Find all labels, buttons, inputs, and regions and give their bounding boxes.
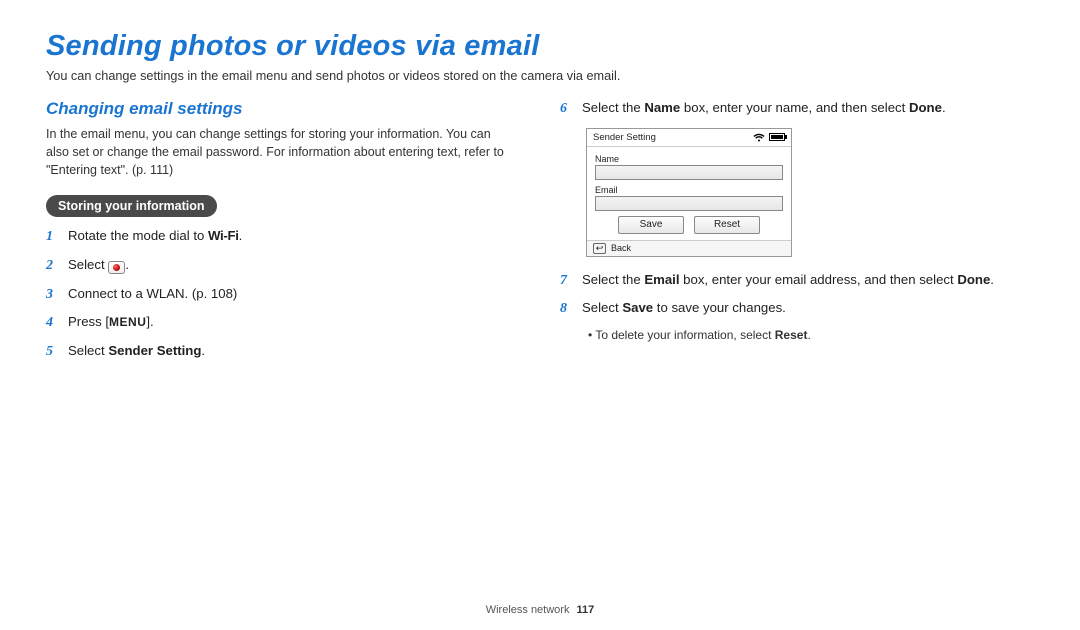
text-fragment: . <box>942 100 946 115</box>
step-1: 1 Rotate the mode dial to Wi-Fi. <box>46 227 520 247</box>
section-heading: Changing email settings <box>46 99 520 119</box>
bold-term: Sender Setting <box>108 343 201 358</box>
note-bullet: To delete your information, select Reset… <box>588 328 1034 342</box>
save-button[interactable]: Save <box>618 216 684 234</box>
text-fragment: Select <box>68 343 108 358</box>
text-fragment: . <box>201 343 205 358</box>
step-text: Rotate the mode dial to Wi-Fi. <box>68 227 520 245</box>
footer-section: Wireless network <box>486 604 570 616</box>
step-number: 3 <box>46 285 68 305</box>
step-text: Connect to a WLAN. (p. 108) <box>68 285 520 303</box>
manual-page: Sending photos or videos via email You c… <box>0 0 1080 630</box>
text-fragment: Select <box>582 300 622 315</box>
text-fragment: . <box>807 328 810 342</box>
text-fragment: To delete your information, select <box>595 328 774 342</box>
device-title: Sender Setting <box>593 132 656 143</box>
text-fragment: . <box>125 257 129 272</box>
text-fragment: Select the <box>582 100 644 115</box>
step-number: 7 <box>560 271 582 291</box>
step-text: Select Sender Setting. <box>68 342 520 360</box>
text-fragment: Select the <box>582 272 644 287</box>
text-fragment: Press [ <box>68 314 109 329</box>
text-fragment: to save your changes. <box>653 300 786 315</box>
subsection-pill: Storing your information <box>46 195 217 217</box>
page-footer: Wireless network 117 <box>0 604 1080 616</box>
page-number: 117 <box>577 604 595 616</box>
battery-icon <box>769 133 785 141</box>
device-footer: ↩ Back <box>587 240 791 256</box>
wifi-mode-glyph: Wi-Fi <box>208 228 239 243</box>
step-number: 1 <box>46 227 68 247</box>
step-number: 2 <box>46 256 68 276</box>
step-number: 8 <box>560 299 582 319</box>
back-icon[interactable]: ↩ <box>593 243 606 254</box>
step-5: 5 Select Sender Setting. <box>46 342 520 362</box>
step-text: Select Save to save your changes. <box>582 299 1034 317</box>
device-body: Name Email Save Reset <box>587 147 791 240</box>
bold-term: Reset <box>775 328 808 342</box>
step-6: 6 Select the Name box, enter your name, … <box>560 99 1034 119</box>
section-paragraph: In the email menu, you can change settin… <box>46 125 516 179</box>
bold-term: Done <box>957 272 990 287</box>
bold-term: Save <box>622 300 653 315</box>
text-fragment: . <box>990 272 994 287</box>
email-field-label: Email <box>595 185 783 195</box>
page-title: Sending photos or videos via email <box>46 30 1034 63</box>
step-text: Press [MENU]. <box>68 313 520 331</box>
name-field-label: Name <box>595 154 783 164</box>
intro-text: You can change settings in the email men… <box>46 69 1034 83</box>
device-titlebar: Sender Setting <box>587 129 791 147</box>
step-2: 2 Select . <box>46 256 520 276</box>
bold-term: Email <box>644 272 679 287</box>
reset-button[interactable]: Reset <box>694 216 760 234</box>
step-7: 7 Select the Email box, enter your email… <box>560 271 1034 291</box>
step-4: 4 Press [MENU]. <box>46 313 520 333</box>
back-label: Back <box>611 243 631 253</box>
step-3: 3 Connect to a WLAN. (p. 108) <box>46 285 520 305</box>
text-fragment: . <box>239 228 243 243</box>
right-column: 6 Select the Name box, enter your name, … <box>560 99 1034 370</box>
step-number: 6 <box>560 99 582 119</box>
two-column-layout: Changing email settings In the email men… <box>46 99 1034 370</box>
bold-term: Name <box>644 100 680 115</box>
steps-list-left: 1 Rotate the mode dial to Wi-Fi. 2 Selec… <box>46 227 520 361</box>
text-fragment: box, enter your name, and then select <box>680 100 909 115</box>
text-fragment: Rotate the mode dial to <box>68 228 208 243</box>
device-button-row: Save Reset <box>595 216 783 234</box>
step-number: 5 <box>46 342 68 362</box>
steps-list-right: 6 Select the Name box, enter your name, … <box>560 99 1034 119</box>
email-input[interactable] <box>595 196 783 211</box>
name-input[interactable] <box>595 165 783 180</box>
text-fragment: box, enter your email address, and then … <box>680 272 958 287</box>
email-app-icon <box>108 261 125 274</box>
text-fragment: ]. <box>146 314 153 329</box>
left-column: Changing email settings In the email men… <box>46 99 520 370</box>
step-8: 8 Select Save to save your changes. <box>560 299 1034 319</box>
device-screenshot: Sender Setting Name Email Save <box>586 128 792 257</box>
text-fragment: Select <box>68 257 108 272</box>
wifi-signal-icon <box>753 133 765 142</box>
steps-list-right-continued: 7 Select the Email box, enter your email… <box>560 271 1034 319</box>
step-text: Select . <box>68 256 520 274</box>
menu-button-glyph: MENU <box>109 315 146 329</box>
bold-term: Done <box>909 100 942 115</box>
step-text: Select the Name box, enter your name, an… <box>582 99 1034 117</box>
step-number: 4 <box>46 313 68 333</box>
device-status-icons <box>753 133 785 142</box>
step-text: Select the Email box, enter your email a… <box>582 271 1034 289</box>
